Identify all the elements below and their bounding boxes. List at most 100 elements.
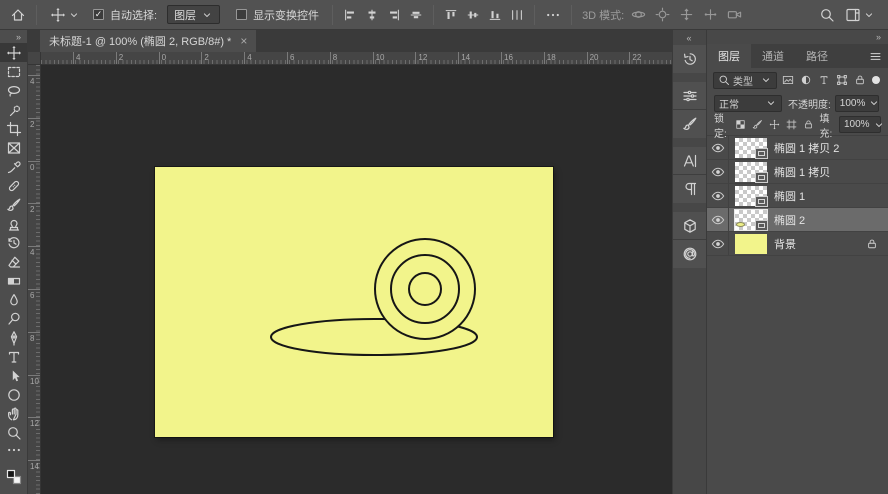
halfcircle-filter-icon[interactable] xyxy=(798,73,813,88)
cube3d-panel-button[interactable] xyxy=(673,212,706,240)
color-swatches[interactable] xyxy=(0,460,27,494)
layer-row[interactable]: 椭圆 2 xyxy=(707,208,888,232)
layer-visibility-toggle[interactable] xyxy=(707,208,729,231)
type-tool[interactable] xyxy=(0,347,27,366)
panel-tab-1[interactable]: 通道 xyxy=(751,44,795,68)
more-options-icon[interactable] xyxy=(545,7,561,23)
auto-select-checkbox[interactable]: ✓ 自动选择: xyxy=(90,5,160,25)
auto-select-target-dropdown[interactable]: 图层 xyxy=(167,5,221,24)
layer-thumbnail[interactable] xyxy=(735,233,767,254)
zoom-tool[interactable] xyxy=(0,423,27,442)
canvas[interactable] xyxy=(155,167,553,437)
glyphs-panel-button[interactable] xyxy=(673,240,706,268)
layer-row[interactable]: 椭圆 1 拷贝 2 xyxy=(707,136,888,160)
canvas-workspace: 4 2 0 2 4 6 8 10 12 14 16 18 20 22 4 2 0 2 4 6 8 10 12 14 xyxy=(28,52,672,494)
pen-tool[interactable] xyxy=(0,328,27,347)
orbit3d-icon[interactable] xyxy=(631,7,646,22)
ruler-label: 8 xyxy=(30,333,35,343)
align-bottom-icon[interactable] xyxy=(488,8,502,22)
path-selection-tool[interactable] xyxy=(0,366,27,385)
tool-preset-button[interactable] xyxy=(47,5,83,25)
filter-toggle[interactable] xyxy=(872,76,880,84)
panel-dock: « xyxy=(672,30,706,494)
home-icon[interactable] xyxy=(10,7,26,23)
picture-filter-icon[interactable] xyxy=(780,73,795,88)
history-icon xyxy=(682,51,698,67)
layer-visibility-toggle[interactable] xyxy=(707,232,729,255)
ellipse-tool[interactable] xyxy=(0,385,27,404)
panel-tab-2[interactable]: 路径 xyxy=(795,44,839,68)
paragraph-panel-button[interactable] xyxy=(673,175,706,203)
lockcheck-filter-icon[interactable] xyxy=(734,118,748,132)
layer-thumbnail[interactable] xyxy=(735,185,768,207)
gradient-tool[interactable] xyxy=(0,271,27,290)
move-tool-icon xyxy=(50,7,66,23)
layer-row[interactable]: 背景 xyxy=(707,232,888,256)
brush-filter-icon[interactable] xyxy=(751,118,765,132)
dock-expand-button[interactable]: « xyxy=(673,30,706,45)
layer-filter-type-dropdown[interactable]: 类型 xyxy=(713,71,777,89)
marquee-tool-icon xyxy=(6,64,22,80)
brush-tool[interactable] xyxy=(0,195,27,214)
distribute-h-icon[interactable] xyxy=(510,8,524,22)
align-left-icon[interactable] xyxy=(343,8,357,22)
marquee-tool[interactable] xyxy=(0,62,27,81)
layer-row[interactable]: 椭圆 1 拷贝 xyxy=(707,160,888,184)
smartfilter-filter-icon[interactable] xyxy=(802,118,816,132)
typefilter-filter-icon[interactable] xyxy=(816,73,831,88)
shapefilter-filter-icon[interactable] xyxy=(834,73,849,88)
align-top-icon[interactable] xyxy=(444,8,458,22)
align-middle-icon[interactable] xyxy=(466,8,480,22)
roll3d-icon[interactable] xyxy=(655,7,670,22)
layer-thumbnail[interactable] xyxy=(735,137,768,159)
move-filter-icon[interactable] xyxy=(768,118,782,132)
artboard-filter-icon[interactable] xyxy=(785,118,799,132)
layer-visibility-toggle[interactable] xyxy=(707,184,729,207)
eyedropper-tool[interactable] xyxy=(0,157,27,176)
panel-tab-0[interactable]: 图层 xyxy=(707,44,751,68)
slide3d-icon[interactable] xyxy=(703,7,718,22)
brushes-panel-button[interactable] xyxy=(673,110,706,138)
ruler-label: 14 xyxy=(461,53,471,62)
healing-brush-tool[interactable] xyxy=(0,176,27,195)
lasso-tool[interactable] xyxy=(0,81,27,100)
camera3d-icon[interactable] xyxy=(727,7,742,22)
dodge-tool[interactable] xyxy=(0,309,27,328)
layer-thumbnail[interactable] xyxy=(734,208,768,231)
workspace-switcher[interactable] xyxy=(842,5,878,25)
document-tab[interactable]: 未标题-1 @ 100% (椭圆 2, RGB/8#) * × xyxy=(40,30,257,52)
history-panel-button[interactable] xyxy=(673,45,706,73)
frame-tool[interactable] xyxy=(0,138,27,157)
quick-selection-tool[interactable] xyxy=(0,100,27,119)
align-vcenter-icon[interactable] xyxy=(409,8,423,22)
align-hcenter-icon[interactable] xyxy=(365,8,379,22)
smartfilter-filter-icon[interactable] xyxy=(852,73,867,88)
clone-stamp-tool[interactable] xyxy=(0,214,27,233)
close-tab-icon[interactable]: × xyxy=(240,35,247,47)
fill-dropdown[interactable]: 100% xyxy=(839,116,882,133)
toolstrip-collapse-button[interactable]: » xyxy=(0,30,27,43)
pan3d-icon[interactable] xyxy=(679,7,694,22)
move-tool[interactable] xyxy=(0,43,27,62)
layer-thumbnail[interactable] xyxy=(735,161,768,183)
panel-collapse-button[interactable]: » xyxy=(876,32,882,42)
panel-menu-icon[interactable] xyxy=(869,44,888,68)
blur-tool[interactable] xyxy=(0,290,27,309)
brush-tool-icon xyxy=(6,197,22,213)
brush-settings-panel-button[interactable] xyxy=(673,82,706,110)
hand-tool[interactable] xyxy=(0,404,27,423)
show-transform-checkbox[interactable]: 显示变换控件 xyxy=(233,5,322,25)
layer-visibility-toggle[interactable] xyxy=(707,136,729,159)
align-right-icon[interactable] xyxy=(387,8,401,22)
opacity-dropdown[interactable]: 100% xyxy=(834,94,879,112)
edit-toolbar-button[interactable] xyxy=(0,442,27,458)
search-icon[interactable] xyxy=(819,7,835,23)
opacity-value: 100% xyxy=(839,97,866,109)
eraser-tool-icon xyxy=(6,254,22,270)
eraser-tool[interactable] xyxy=(0,252,27,271)
layer-visibility-toggle[interactable] xyxy=(707,160,729,183)
history-brush-tool[interactable] xyxy=(0,233,27,252)
crop-tool[interactable] xyxy=(0,119,27,138)
character-panel-button[interactable] xyxy=(673,147,706,175)
layer-row[interactable]: 椭圆 1 xyxy=(707,184,888,208)
